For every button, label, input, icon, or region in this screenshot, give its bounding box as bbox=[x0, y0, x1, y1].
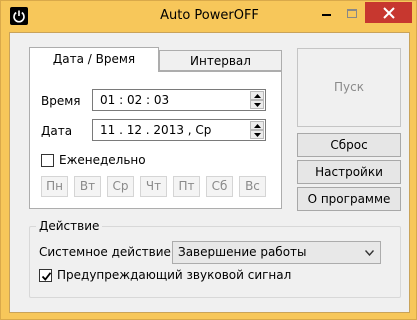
spin-up-button[interactable] bbox=[250, 121, 264, 130]
weekly-label[interactable]: Еженедельно bbox=[59, 153, 146, 167]
maximize-button[interactable] bbox=[339, 2, 365, 23]
app-window: Auto PowerOFF Дата / Время Интервал Врем… bbox=[0, 0, 417, 320]
spin-down-button[interactable] bbox=[250, 130, 264, 139]
spin-up-button[interactable] bbox=[250, 91, 264, 100]
spin-down-icon bbox=[254, 103, 261, 107]
day-button-sun[interactable]: Вс bbox=[239, 176, 266, 197]
minimize-icon bbox=[322, 14, 331, 16]
close-button[interactable] bbox=[365, 2, 412, 23]
time-field[interactable]: 01 : 02 : 03 bbox=[92, 89, 266, 111]
system-action-value: Завершение работы bbox=[178, 245, 307, 259]
day-button-tue[interactable]: Вт bbox=[74, 176, 101, 197]
maximize-icon bbox=[347, 9, 357, 18]
warning-sound-label[interactable]: Предупреждающий звуковой сигнал bbox=[57, 268, 291, 282]
day-button-mon[interactable]: Пн bbox=[41, 176, 68, 197]
day-button-fri[interactable]: Пт bbox=[173, 176, 200, 197]
date-spinner[interactable] bbox=[250, 121, 264, 139]
spin-down-button[interactable] bbox=[250, 100, 264, 109]
client-area: Дата / Время Интервал Время 01 : 02 : 03… bbox=[9, 32, 410, 313]
day-button-thu[interactable]: Чт bbox=[140, 176, 167, 197]
time-spinner[interactable] bbox=[250, 91, 264, 109]
spin-up-icon bbox=[254, 94, 261, 98]
close-icon bbox=[383, 7, 395, 19]
action-group-title: Действие bbox=[36, 219, 103, 233]
settings-button[interactable]: Настройки bbox=[297, 160, 401, 184]
system-action-label: Системное действие bbox=[39, 245, 171, 259]
date-label: Дата bbox=[41, 124, 73, 138]
day-button-wed[interactable]: Ср bbox=[107, 176, 134, 197]
date-value: 11 . 12 . 2013 , Ср bbox=[100, 123, 212, 137]
checkmark-icon bbox=[41, 272, 52, 281]
system-action-select[interactable]: Завершение работы bbox=[172, 241, 381, 264]
reset-button[interactable]: Сброс bbox=[297, 133, 401, 157]
minimize-button[interactable] bbox=[313, 2, 339, 23]
title-bar[interactable]: Auto PowerOFF bbox=[1, 1, 417, 32]
tab-interval[interactable]: Интервал bbox=[159, 50, 282, 71]
spin-down-icon bbox=[254, 133, 261, 137]
weekly-checkbox[interactable] bbox=[41, 154, 54, 167]
dropdown-arrow-icon bbox=[365, 250, 374, 256]
time-value: 01 : 02 : 03 bbox=[100, 93, 170, 107]
warning-sound-checkbox[interactable] bbox=[39, 269, 52, 282]
date-field[interactable]: 11 . 12 . 2013 , Ср bbox=[92, 119, 266, 141]
tab-datetime[interactable]: Дата / Время bbox=[29, 47, 159, 72]
datetime-panel: Время 01 : 02 : 03 Дата 11 . 12 . 2013 ,… bbox=[29, 71, 282, 209]
spin-up-icon bbox=[254, 124, 261, 128]
start-button[interactable]: Пуск bbox=[297, 48, 401, 127]
time-label: Время bbox=[41, 94, 81, 108]
about-button[interactable]: О программе bbox=[297, 187, 401, 211]
day-button-sat[interactable]: Сб bbox=[206, 176, 233, 197]
